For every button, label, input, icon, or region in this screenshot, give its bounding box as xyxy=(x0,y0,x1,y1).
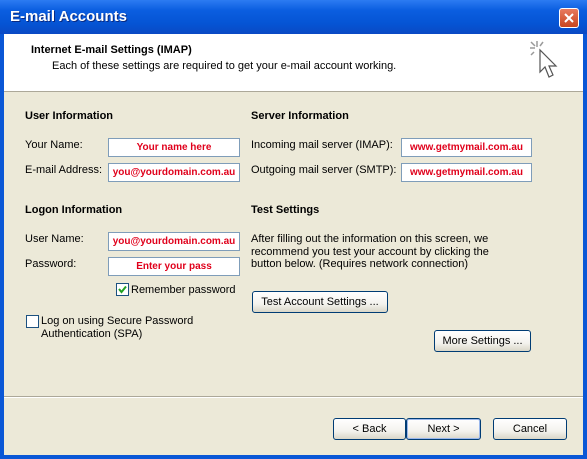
remember-password-checkbox[interactable] xyxy=(116,283,129,296)
window-title: E-mail Accounts xyxy=(10,8,127,25)
back-button[interactable]: < Back xyxy=(333,418,406,440)
test-description-line2: recommend you test your account by click… xyxy=(251,245,489,258)
test-description-line1: After filling out the information on thi… xyxy=(251,233,489,245)
password-field[interactable]: Enter your pass xyxy=(108,257,240,276)
test-account-settings-button[interactable]: Test Account Settings ... xyxy=(252,291,388,313)
outgoing-server-field[interactable]: www.getmymail.com.au xyxy=(401,163,532,182)
more-settings-button[interactable]: More Settings ... xyxy=(434,330,531,352)
cancel-button[interactable]: Cancel xyxy=(493,418,567,440)
title-bar[interactable]: E-mail Accounts xyxy=(0,0,587,34)
email-accounts-window: E-mail Accounts Internet E-mail Settings… xyxy=(0,0,587,459)
close-icon xyxy=(564,13,574,23)
test-settings-description: After filling out the information on thi… xyxy=(251,233,489,271)
dialog-body: Internet E-mail Settings (IMAP) Each of … xyxy=(4,34,583,455)
logon-info-heading: Logon Information xyxy=(25,204,123,216)
spa-checkbox[interactable] xyxy=(26,315,39,328)
your-name-label: Your Name: xyxy=(25,139,83,151)
outgoing-server-label: Outgoing mail server (SMTP): xyxy=(251,164,397,176)
remember-password-label[interactable]: Remember password xyxy=(131,284,236,296)
test-settings-heading: Test Settings xyxy=(251,204,320,216)
cursor-click-icon xyxy=(530,41,558,78)
header-subtitle: Each of these settings are required to g… xyxy=(52,60,397,72)
checkmark-icon xyxy=(118,285,127,294)
settings-panel: User Information Your Name: Your name he… xyxy=(9,89,577,399)
incoming-server-label: Incoming mail server (IMAP): xyxy=(251,139,393,151)
email-address-label: E-mail Address: xyxy=(25,164,103,176)
password-label: Password: xyxy=(25,258,77,270)
test-description-line3: button below. (Requires network connecti… xyxy=(251,258,469,270)
footer-divider-highlight xyxy=(4,397,583,398)
header-band: Internet E-mail Settings (IMAP) Each of … xyxy=(4,34,583,92)
user-info-heading: User Information xyxy=(25,110,114,122)
user-name-label: User Name: xyxy=(25,233,84,245)
spa-label-line2[interactable]: Authentication (SPA) xyxy=(41,328,142,340)
close-button[interactable] xyxy=(559,8,579,28)
user-name-field[interactable]: you@yourdomain.com.au xyxy=(108,232,240,251)
incoming-server-field[interactable]: www.getmymail.com.au xyxy=(401,138,532,157)
your-name-field[interactable]: Your name here xyxy=(108,138,240,157)
server-info-heading: Server Information xyxy=(251,110,349,122)
email-address-field[interactable]: you@yourdomain.com.au xyxy=(108,163,240,182)
header-title: Internet E-mail Settings (IMAP) xyxy=(31,44,192,56)
spa-label-line1[interactable]: Log on using Secure Password xyxy=(41,315,193,327)
next-button[interactable]: Next > xyxy=(406,418,481,440)
